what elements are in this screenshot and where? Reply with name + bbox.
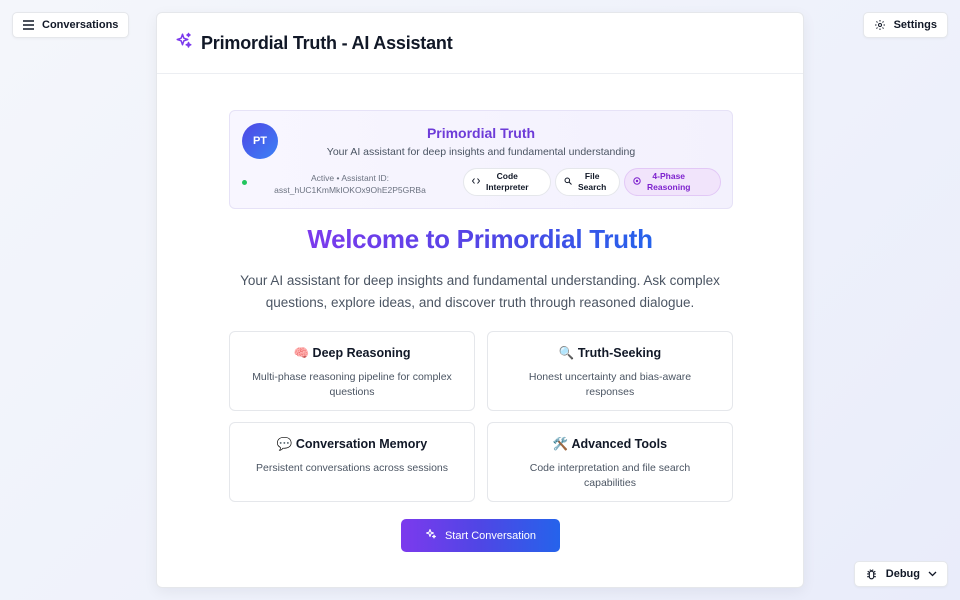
menu-icon — [23, 20, 34, 30]
tool-label-line: File — [584, 171, 600, 181]
sparkle-icon — [425, 528, 437, 543]
assistant-status: Active • Assistant ID: asst_hUC1KmMkIOKO… — [270, 172, 430, 196]
main-card: Primordial Truth - AI Assistant PT Primo… — [156, 12, 804, 588]
feature-title: 💬 Conversation Memory — [276, 437, 428, 451]
bug-icon — [865, 568, 878, 581]
feature-title: 🧠 Deep Reasoning — [293, 346, 411, 360]
feature-description: Multi-phase reasoning pipeline for compl… — [252, 371, 452, 398]
welcome-heading: Welcome to Primordial Truth — [157, 224, 803, 255]
tool-label-line: Code — [496, 171, 518, 181]
start-conversation-button[interactable]: Start Conversation — [401, 519, 560, 552]
feature-title: 🛠️ Advanced Tools — [552, 437, 668, 451]
tool-label-line: Reasoning — [647, 182, 691, 192]
assistant-description: Your AI assistant for deep insights and … — [326, 146, 636, 158]
start-conversation-label: Start Conversation — [444, 529, 537, 542]
code-icon — [471, 177, 481, 188]
conversations-label: Conversations — [42, 19, 119, 31]
card-header: Primordial Truth - AI Assistant — [157, 13, 803, 74]
feature-description: Persistent conversations across sessions — [256, 462, 448, 474]
target-icon — [633, 176, 641, 188]
tool-label-line: Interpreter — [486, 182, 529, 192]
welcome-title-text: Welcome to Primordial Truth — [307, 224, 653, 254]
settings-label: Settings — [893, 19, 937, 31]
feature-description: Honest uncertainty and bias-aware respon… — [528, 371, 692, 398]
conversations-button[interactable]: Conversations — [12, 12, 130, 38]
feature-card-deep-reasoning: 🧠 Deep Reasoning Multi-phase reasoning p… — [229, 331, 475, 411]
feature-card-conversation-memory: 💬 Conversation Memory Persistent convers… — [229, 422, 475, 502]
assistant-id: asst_hUC1KmMkIOKOx9OhE2P5GRBa — [274, 185, 426, 195]
tool-label-line: Search — [578, 182, 607, 192]
status-line: Active • Assistant ID: — [310, 173, 390, 183]
tool-chip-label: 4-Phase Reasoning — [647, 171, 690, 193]
tool-chip-label: Code Interpreter — [486, 171, 529, 193]
feature-title: 🔍 Truth-Seeking — [558, 346, 662, 360]
debug-label: Debug — [885, 568, 920, 580]
sparkle-icon — [175, 32, 193, 55]
feature-card-truth-seeking: 🔍 Truth-Seeking Honest uncertainty and b… — [487, 331, 733, 411]
tool-chip-file-search: File Search — [555, 168, 620, 196]
feature-card-advanced-tools: 🛠️ Advanced Tools Code interpretation an… — [487, 422, 733, 502]
status-indicator-icon — [242, 180, 247, 185]
chevron-down-icon — [928, 571, 937, 577]
feature-description: Code interpretation and file search capa… — [529, 462, 691, 489]
tool-label-line: 4-Phase — [652, 171, 686, 181]
assistant-name: Primordial Truth — [426, 125, 536, 141]
debug-button[interactable]: Debug — [853, 561, 948, 587]
search-icon — [564, 177, 572, 188]
settings-button[interactable]: Settings — [862, 12, 948, 38]
gear-icon — [874, 19, 886, 31]
tool-chip-code-interpreter: Code Interpreter — [463, 168, 551, 196]
tool-chip-label: File Search — [578, 171, 606, 193]
page-title: Primordial Truth - AI Assistant — [201, 32, 453, 53]
assistant-info-panel: PT Primordial Truth Your AI assistant fo… — [229, 110, 733, 209]
welcome-subtitle: Your AI assistant for deep insights and … — [240, 273, 720, 310]
tool-chip-4-phase-reasoning: 4-Phase Reasoning — [624, 168, 721, 196]
